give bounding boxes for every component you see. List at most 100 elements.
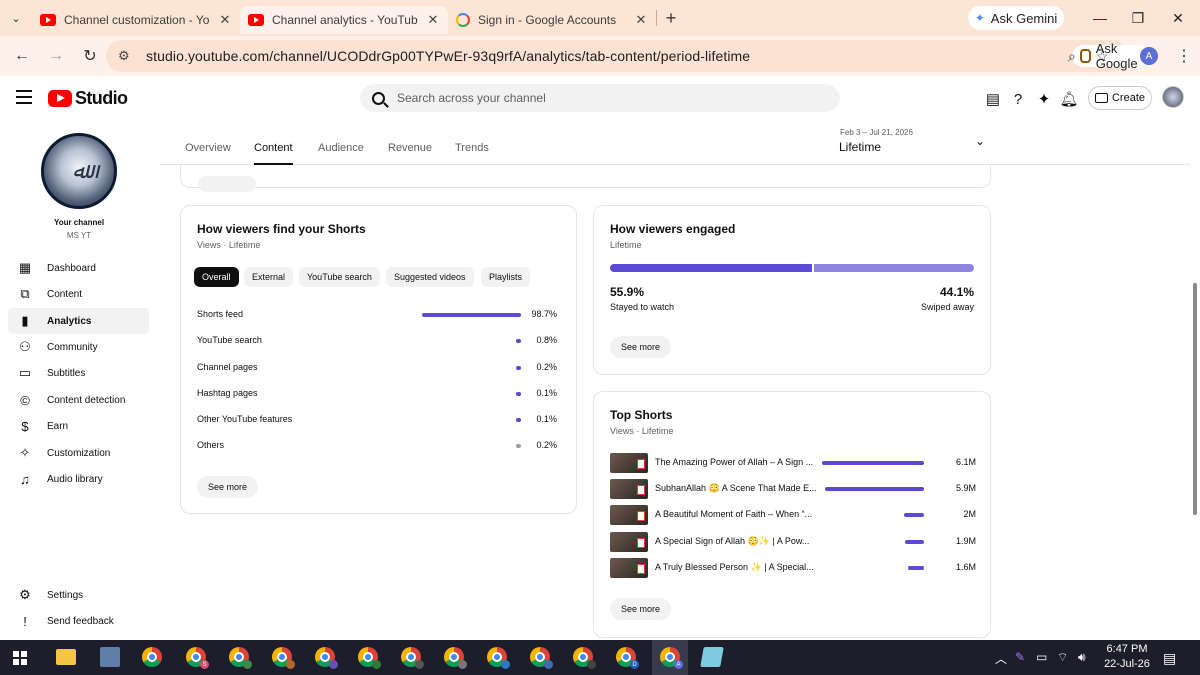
sidebar-item-content[interactable]: ⧉ Content: [8, 281, 149, 307]
short-thumbnail[interactable]: [610, 558, 648, 578]
top-short-row[interactable]: A Truly Blessed Person ✨ | A Special... 1…: [610, 558, 976, 578]
clock-date[interactable]: 22-Jul-26: [1102, 658, 1152, 670]
short-title[interactable]: A Truly Blessed Person ✨ | A Special...: [655, 562, 825, 573]
short-thumbnail[interactable]: [610, 532, 648, 552]
chrome-profile-icon[interactable]: [530, 647, 553, 669]
page-scrollbar-thumb[interactable]: [1193, 283, 1197, 515]
back-arrow-icon[interactable]: ←: [6, 47, 38, 65]
network-icon[interactable]: ⌔: [1057, 650, 1068, 665]
sidebar-item-send-feedback[interactable]: ! Send feedback: [8, 608, 149, 634]
sidebar-item-subtitles[interactable]: ▭ Subtitles: [8, 360, 149, 386]
chrome-profile-icon[interactable]: [444, 647, 467, 669]
forward-arrow-icon[interactable]: →: [40, 47, 72, 65]
short-title[interactable]: The Amazing Power of Allah – A Sign ...: [655, 457, 825, 467]
tray-overflow-chevron-icon[interactable]: ︿: [995, 650, 1007, 667]
create-button[interactable]: Create: [1088, 86, 1152, 110]
sidebar-item-analytics[interactable]: ▮ Analytics: [8, 308, 149, 334]
chip-youtube-search[interactable]: YouTube search: [299, 267, 380, 287]
battery-icon[interactable]: ▭: [1036, 650, 1047, 664]
notepad-icon[interactable]: [700, 647, 724, 667]
date-range-text[interactable]: Feb 3 – Jul 21, 2026: [840, 128, 913, 137]
sidebar-item-community[interactable]: ⚇ Community: [8, 334, 149, 360]
short-title[interactable]: A Special Sign of Allah 😳✨ | A Pow...: [655, 536, 825, 547]
see-more-button[interactable]: See more: [610, 336, 672, 358]
restore-window-icon[interactable]: ❐: [1116, 0, 1160, 36]
ask-google-button[interactable]: Ask Google: [1072, 41, 1149, 71]
short-thumbnail[interactable]: [610, 479, 648, 499]
sidebar-item-dashboard[interactable]: ▦ Dashboard: [8, 255, 149, 281]
tab-trends[interactable]: Trends: [455, 142, 489, 154]
see-more-button[interactable]: See more: [610, 598, 672, 620]
chrome-active-profile-icon[interactable]: A: [660, 647, 683, 669]
bookmark-star-icon[interactable]: ☆: [1096, 48, 1109, 65]
browser-tab-google-signin[interactable]: Sign in - Google Accounts ✕: [448, 6, 656, 34]
chrome-profile-icon[interactable]: [573, 647, 596, 669]
sidebar-item-content-detection[interactable]: © Content detection: [8, 387, 149, 413]
chip-playlists[interactable]: Playlists: [481, 267, 531, 287]
short-title[interactable]: SubhanAllah 😳 A Scene That Made E...: [655, 483, 825, 494]
top-short-row[interactable]: A Beautiful Moment of Faith – When “... 2…: [610, 505, 976, 525]
reload-icon[interactable]: ↻: [74, 46, 106, 66]
notification-center-icon[interactable]: ▤: [1163, 650, 1176, 667]
browser-profile-avatar[interactable]: A: [1140, 47, 1158, 65]
close-tab-icon[interactable]: ✕: [218, 12, 232, 28]
tab-audience[interactable]: Audience: [318, 142, 364, 154]
chip-suggested-videos[interactable]: Suggested videos: [386, 267, 474, 287]
period-selector[interactable]: Lifetime: [839, 140, 881, 154]
site-settings-icon[interactable]: ⚙: [118, 48, 138, 64]
chrome-icon[interactable]: [142, 647, 162, 667]
chrome-profile-icon[interactable]: [229, 647, 252, 669]
close-window-icon[interactable]: ✕: [1156, 0, 1200, 36]
volume-icon[interactable]: 🔊︎: [1078, 650, 1086, 665]
zoom-icon[interactable]: ⌕: [1068, 48, 1076, 65]
close-tab-icon[interactable]: ✕: [634, 12, 648, 28]
tab-content[interactable]: Content: [254, 142, 293, 165]
chrome-profile-icon[interactable]: [401, 647, 424, 669]
short-title[interactable]: A Beautiful Moment of Faith – When “...: [655, 509, 825, 519]
browser-menu-icon[interactable]: ⋮: [1176, 46, 1192, 66]
pen-icon[interactable]: ✎: [1015, 650, 1025, 664]
chrome-profile-icon[interactable]: [358, 647, 381, 669]
browser-tab-channel-analytics[interactable]: Channel analytics - YouTube Studio ✕: [240, 6, 448, 34]
windows-start-icon[interactable]: [13, 651, 27, 665]
top-short-row[interactable]: SubhanAllah 😳 A Scene That Made E... 5.9M: [610, 479, 976, 499]
notifications-bell-icon[interactable]: 🔔︎: [1059, 90, 1078, 108]
sparkle-icon[interactable]: ✦: [1035, 90, 1053, 108]
see-more-button[interactable]: See more: [197, 476, 259, 498]
account-avatar[interactable]: [1162, 86, 1184, 108]
messages-icon[interactable]: ▤: [984, 90, 1002, 108]
youtube-studio-logo[interactable]: Studio: [48, 88, 128, 109]
top-short-row[interactable]: A Special Sign of Allah 😳✨ | A Pow... 1.9…: [610, 532, 976, 552]
tab-search-chevron-icon[interactable]: ⌄: [0, 0, 32, 36]
chip-external[interactable]: External: [244, 267, 294, 287]
tab-revenue[interactable]: Revenue: [388, 142, 432, 154]
sidebar-item-audio-library[interactable]: ♫ Audio library: [8, 466, 149, 492]
short-thumbnail[interactable]: [610, 505, 648, 525]
calculator-icon[interactable]: [100, 647, 120, 667]
hamburger-menu-icon[interactable]: [16, 90, 32, 104]
short-thumbnail[interactable]: [610, 453, 648, 473]
channel-avatar[interactable]: ﷲ: [41, 133, 117, 209]
top-short-row[interactable]: The Amazing Power of Allah – A Sign ... 6…: [610, 453, 976, 473]
tab-overview[interactable]: Overview: [185, 142, 231, 154]
chevron-down-icon[interactable]: ⌄: [975, 134, 985, 148]
search-icon[interactable]: [372, 91, 385, 105]
ask-gemini-button[interactable]: ✦ Ask Gemini: [968, 6, 1064, 30]
sidebar-item-settings[interactable]: ⚙ Settings: [8, 582, 149, 608]
see-more-button-partial[interactable]: [198, 176, 256, 192]
chrome-profile-icon[interactable]: [272, 647, 295, 669]
address-bar[interactable]: ⚙ studio.youtube.com/channel/UCODdrGp00T…: [106, 40, 1149, 72]
new-tab-button[interactable]: +: [657, 8, 685, 29]
chrome-profile-icon[interactable]: [487, 647, 510, 669]
sidebar-item-customization[interactable]: ✧ Customization: [8, 440, 149, 466]
chrome-profile-icon[interactable]: D: [616, 647, 639, 669]
sidebar-item-earn[interactable]: $ Earn: [8, 413, 149, 439]
clock-time[interactable]: 6:47 PM: [1105, 643, 1149, 655]
browser-tab-channel-customization[interactable]: Channel customization - YouTube ✕: [32, 6, 240, 34]
url-text[interactable]: studio.youtube.com/channel/UCODdrGp00TYP…: [146, 48, 750, 64]
help-icon[interactable]: ?: [1009, 90, 1027, 108]
chrome-profile-icon[interactable]: S: [186, 647, 209, 669]
chrome-profile-icon[interactable]: [315, 647, 338, 669]
close-tab-icon[interactable]: ✕: [426, 12, 440, 28]
chip-overall[interactable]: Overall: [194, 267, 239, 287]
